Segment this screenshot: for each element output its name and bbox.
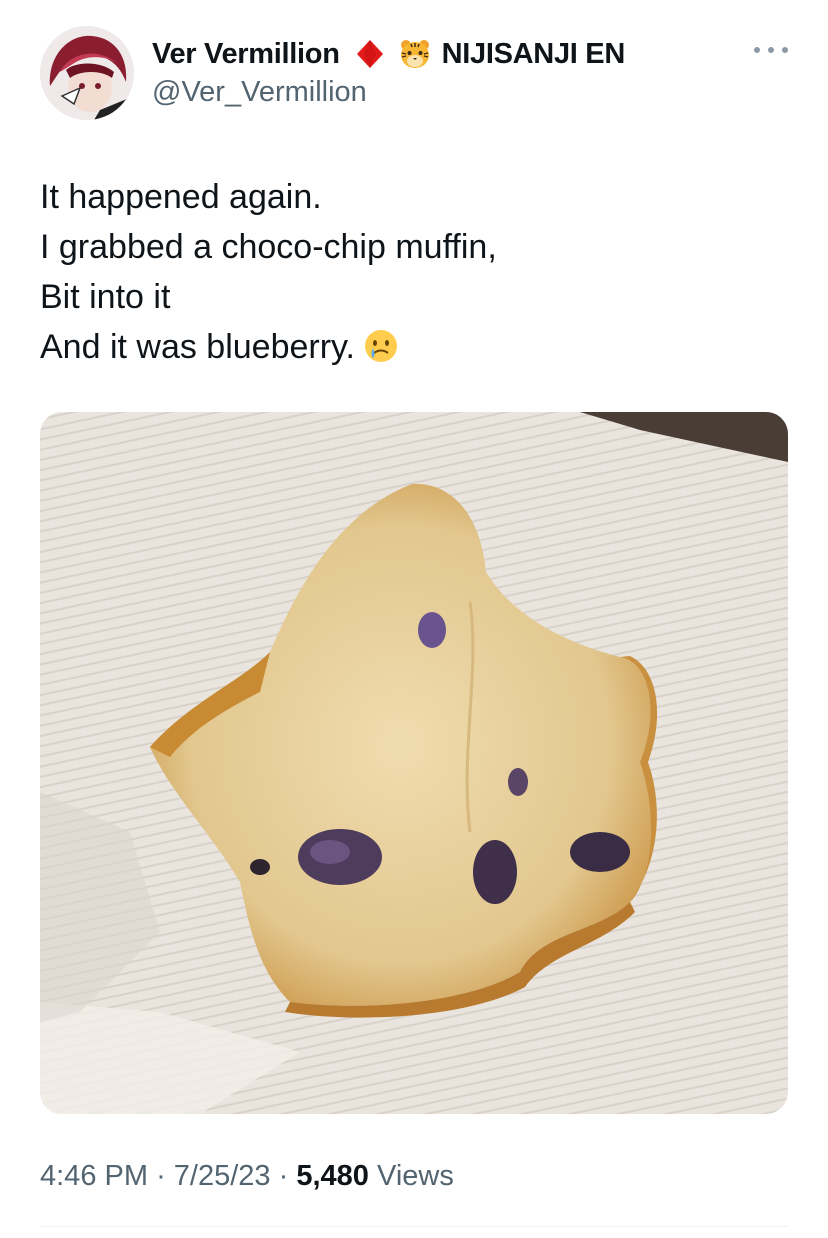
tweet-meta: 4:46 PM · 7/25/23 · 5,480 Views (40, 1160, 454, 1193)
tweet-text: It happened again. I grabbed a choco-chi… (40, 172, 788, 372)
views-count[interactable]: 5,480 (296, 1160, 369, 1192)
tweet-line: It happened again. (40, 178, 322, 216)
tweet-header: Ver Vermillion NIJISANJI EN @Ver_Vermill… (40, 26, 788, 122)
muffin-photo (40, 412, 788, 1114)
tweet-date[interactable]: 7/25/23 (174, 1160, 271, 1192)
tweet-line-last: And it was blueberry. (40, 322, 788, 372)
author-affiliation[interactable]: NIJISANJI EN (442, 38, 626, 71)
meta-separator: · (278, 1160, 289, 1192)
views-label[interactable]: Views (377, 1160, 454, 1192)
tiger-face-icon (400, 40, 429, 68)
tweet-time[interactable]: 4:46 PM (40, 1160, 148, 1192)
tweet-photo[interactable] (40, 412, 788, 1114)
tweet-line: Bit into it (40, 278, 171, 316)
tweet-line: I grabbed a choco-chip muffin, (40, 228, 497, 266)
avatar[interactable] (40, 26, 134, 120)
tweet-line: And it was blueberry. (40, 328, 355, 366)
author-handle[interactable]: @Ver_Vermillion (152, 76, 625, 109)
red-diamond-icon (356, 40, 383, 68)
crying-face-emoji-icon (364, 330, 397, 362)
meta-separator: · (156, 1160, 166, 1192)
author-display-name[interactable]: Ver Vermillion (152, 38, 340, 71)
divider (40, 1226, 788, 1227)
avatar-image (40, 26, 134, 120)
more-options-icon[interactable] (754, 38, 788, 62)
